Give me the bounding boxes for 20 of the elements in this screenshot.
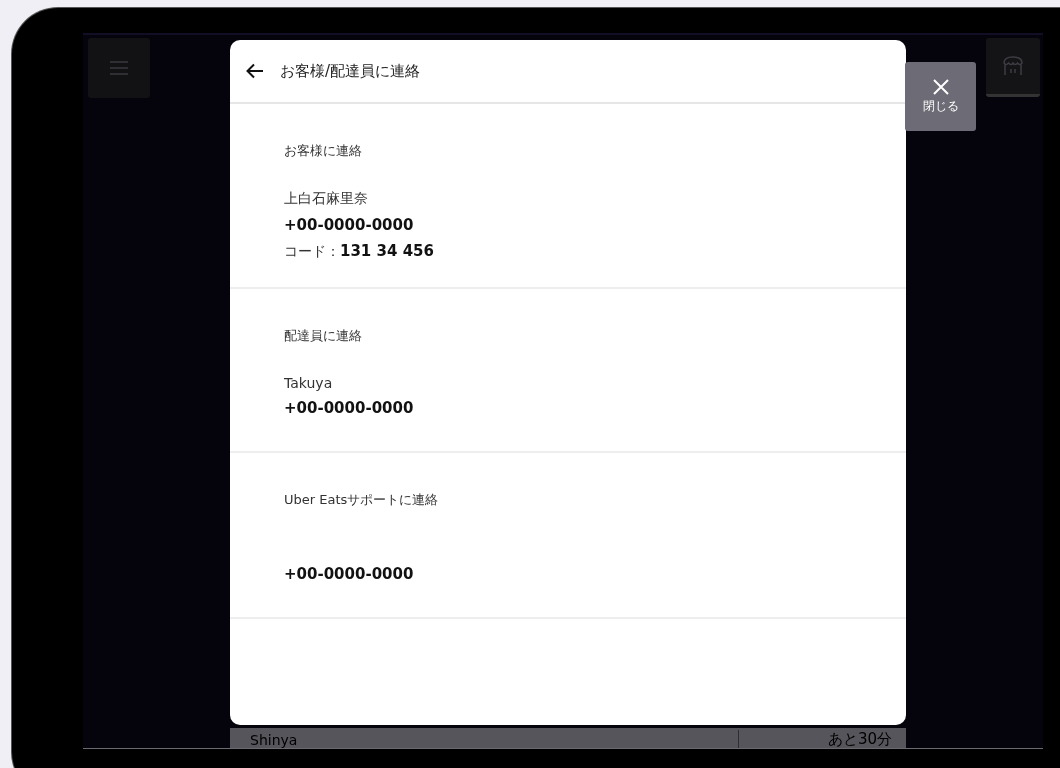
phone-number[interactable]: +00-0000-0000: [284, 565, 906, 583]
menu-button[interactable]: [88, 38, 150, 98]
phone-number[interactable]: +00-0000-0000: [284, 399, 906, 417]
back-button[interactable]: [244, 61, 266, 81]
close-button[interactable]: 閉じる: [905, 62, 976, 131]
contact-name: 上白石麻里奈: [284, 190, 369, 208]
phone-number[interactable]: +00-0000-0000: [284, 216, 906, 234]
section-heading: 配達員に連絡: [284, 327, 363, 345]
back-arrow-icon: [246, 63, 264, 79]
customer-name: Shinya: [249, 732, 298, 748]
section-heading: Uber Eatsサポートに連絡: [284, 491, 440, 509]
menu-icon: [110, 61, 128, 75]
close-icon: [932, 78, 949, 95]
dialog-title: お客様/配達員に連絡: [280, 61, 421, 81]
contact-name: Takuya: [284, 375, 334, 391]
time-remaining: あと30分: [738, 730, 906, 748]
store-button[interactable]: [986, 38, 1040, 97]
store-icon: [1001, 55, 1025, 77]
section-heading: お客様に連絡: [284, 142, 363, 160]
code-text: コード：131 34 456: [284, 242, 435, 261]
